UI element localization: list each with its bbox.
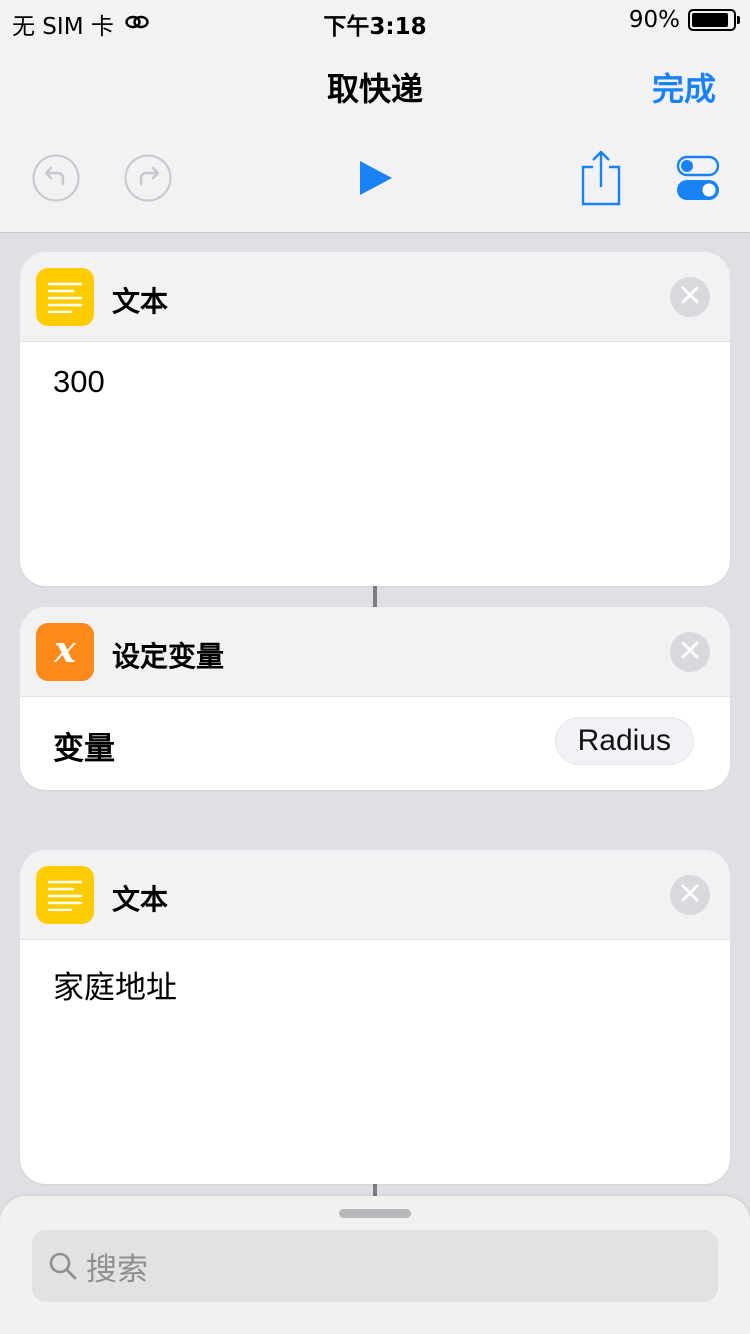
close-icon bbox=[681, 286, 699, 308]
close-icon bbox=[681, 884, 699, 906]
action-title: 设定变量 bbox=[112, 640, 225, 673]
action-title: 文本 bbox=[112, 285, 169, 318]
shortcut-editor-screen: 无 SIM 卡 下午3:18 90% 取快递 完成 文本 300 x 设定变量 … bbox=[0, 0, 750, 1334]
battery-group: 90% bbox=[628, 7, 740, 33]
play-icon bbox=[355, 158, 395, 202]
action-header: 文本 bbox=[20, 252, 730, 342]
text-lines-icon bbox=[36, 866, 94, 924]
battery-icon bbox=[688, 9, 740, 31]
action-connector bbox=[373, 586, 377, 608]
search-placeholder: 搜索 bbox=[86, 1251, 148, 1288]
status-bar: 无 SIM 卡 下午3:18 90% bbox=[0, 0, 750, 40]
drawer-grabber[interactable] bbox=[339, 1209, 411, 1218]
settings-toggle-icon bbox=[676, 155, 720, 205]
redo-button[interactable] bbox=[123, 150, 173, 210]
text-content-field[interactable]: 300 bbox=[20, 342, 730, 422]
remove-action-button[interactable] bbox=[670, 277, 710, 317]
share-button[interactable] bbox=[576, 150, 626, 210]
run-button[interactable] bbox=[350, 150, 400, 210]
search-icon bbox=[48, 1251, 78, 1281]
share-icon bbox=[579, 149, 623, 211]
text-action-card[interactable]: 文本 家庭地址 bbox=[20, 850, 730, 1184]
settings-button[interactable] bbox=[673, 150, 723, 210]
actions-drawer[interactable]: 搜索 bbox=[0, 1196, 750, 1334]
text-action-card[interactable]: 文本 300 bbox=[20, 252, 730, 586]
search-input[interactable]: 搜索 bbox=[32, 1230, 718, 1302]
editor-toolbar bbox=[0, 150, 750, 210]
top-chrome: 无 SIM 卡 下午3:18 90% 取快递 完成 bbox=[0, 0, 750, 233]
variable-label: 变量 bbox=[53, 731, 115, 767]
battery-percent: 90% bbox=[628, 7, 680, 33]
text-content-field[interactable]: 家庭地址 bbox=[20, 940, 730, 1029]
remove-action-button[interactable] bbox=[670, 875, 710, 915]
variable-x-icon: x bbox=[36, 623, 94, 681]
redo-icon bbox=[124, 154, 172, 206]
variable-name-token[interactable]: Radius bbox=[554, 717, 694, 765]
close-icon bbox=[681, 641, 699, 663]
variable-row: 变量 Radius bbox=[20, 697, 730, 789]
undo-button[interactable] bbox=[31, 150, 81, 210]
action-title: 文本 bbox=[112, 883, 169, 916]
undo-icon bbox=[32, 154, 80, 206]
page-title: 取快递 bbox=[326, 70, 423, 108]
set-variable-action-card[interactable]: x 设定变量 变量 Radius bbox=[20, 607, 730, 790]
done-button[interactable]: 完成 bbox=[652, 64, 716, 110]
navigation-bar: 取快递 完成 bbox=[0, 52, 750, 116]
action-header: 文本 bbox=[20, 850, 730, 940]
action-header: x 设定变量 bbox=[20, 607, 730, 697]
text-lines-icon bbox=[36, 268, 94, 326]
remove-action-button[interactable] bbox=[670, 632, 710, 672]
